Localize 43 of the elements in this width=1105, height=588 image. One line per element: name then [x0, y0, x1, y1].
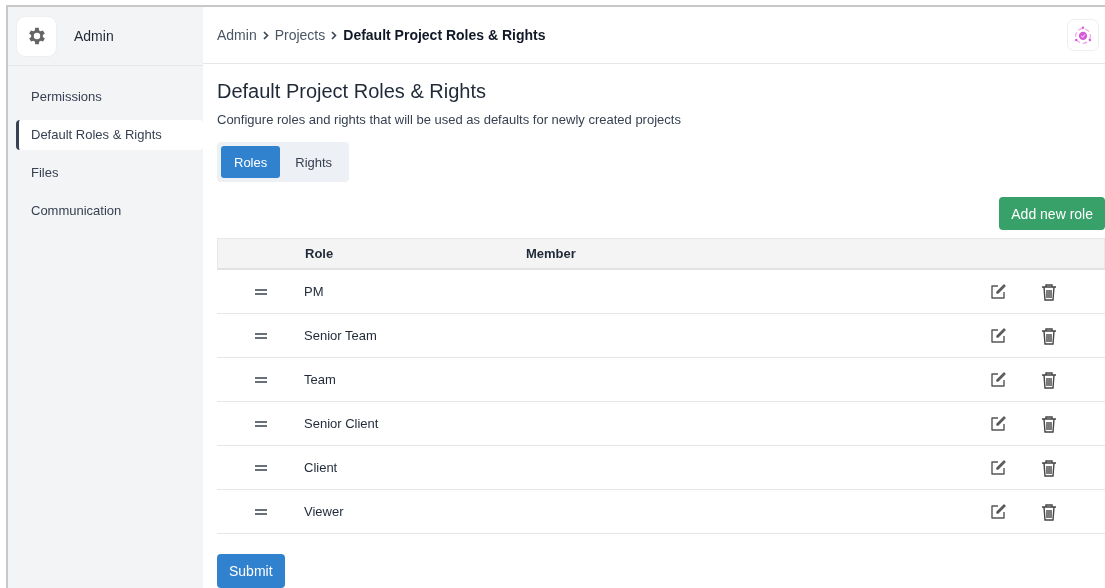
tab[interactable]: Roles	[221, 146, 281, 178]
drag-handle-icon[interactable]	[253, 419, 268, 428]
drag-handle-icon[interactable]	[253, 463, 268, 472]
edit-icon[interactable]	[989, 458, 1007, 477]
edit-icon[interactable]	[989, 502, 1007, 521]
sidebar-title: Admin	[74, 28, 114, 44]
chevron-icon	[331, 30, 338, 40]
trash-icon[interactable]	[1041, 502, 1057, 521]
app-switcher-button[interactable]	[1067, 19, 1099, 51]
edit-icon[interactable]	[989, 282, 1007, 301]
breadcrumb-link[interactable]: Projects	[274, 27, 326, 43]
breadcrumb-link[interactable]: Admin	[217, 27, 257, 43]
sidebar-item[interactable]: Communication	[16, 196, 203, 226]
page-subtitle: Configure roles and rights that will be used as defaults for newly created projects	[217, 112, 682, 127]
trash-icon[interactable]	[1041, 282, 1057, 301]
trash-icon[interactable]	[1041, 326, 1057, 345]
sidebar-item[interactable]: Permissions	[16, 82, 203, 112]
sidebar-item[interactable]: Default Roles & Rights	[16, 120, 203, 150]
people-circle-icon	[1072, 24, 1094, 46]
edit-icon[interactable]	[989, 326, 1007, 345]
breadcrumb-link[interactable]: Default Project Roles & Rights	[343, 27, 546, 43]
role-name: Senior Client	[304, 416, 380, 431]
role-name: Senior Team	[304, 328, 378, 343]
drag-handle-icon[interactable]	[253, 375, 268, 384]
drag-handle-icon[interactable]	[253, 507, 268, 516]
trash-icon[interactable]	[1041, 370, 1057, 389]
role-name: Viewer	[304, 504, 345, 519]
chevron-icon	[262, 30, 269, 40]
column-header: Role	[305, 246, 335, 261]
sidebar-item[interactable]: Files	[16, 158, 203, 188]
column-header: Member	[526, 246, 577, 261]
role-name: Team	[304, 372, 337, 387]
role-name: PM	[304, 284, 325, 299]
trash-icon[interactable]	[1041, 414, 1057, 433]
trash-icon[interactable]	[1041, 458, 1057, 477]
drag-handle-icon[interactable]	[253, 287, 268, 296]
edit-icon[interactable]	[989, 370, 1007, 389]
edit-icon[interactable]	[989, 414, 1007, 433]
page-title: Default Project Roles & Rights	[217, 80, 487, 103]
role-name: Client	[304, 460, 339, 475]
tab[interactable]: Rights	[282, 146, 346, 178]
submit-button[interactable]: Submit	[217, 554, 285, 588]
drag-handle-icon[interactable]	[253, 331, 268, 340]
